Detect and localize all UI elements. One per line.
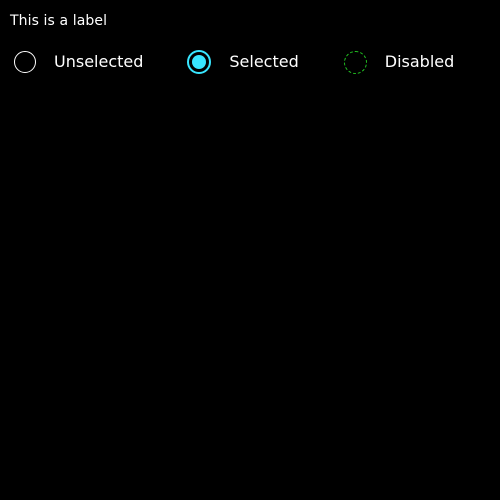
radio-option-label: Selected bbox=[229, 52, 299, 71]
radio-disabled-icon bbox=[343, 50, 367, 74]
radio-option-unselected[interactable]: Unselected bbox=[14, 50, 143, 74]
radio-group: Unselected Selected Disabled bbox=[14, 50, 454, 74]
radio-unselected-icon[interactable] bbox=[14, 51, 36, 73]
radio-option-label: Disabled bbox=[384, 52, 455, 71]
radio-group-screen: This is a label Unselected Selected Disa… bbox=[0, 0, 500, 500]
radio-selected-icon[interactable] bbox=[187, 50, 212, 74]
radio-option-disabled: Disabled bbox=[343, 50, 455, 74]
radio-option-selected[interactable]: Selected bbox=[187, 50, 299, 74]
radio-option-label: Unselected bbox=[54, 52, 144, 71]
radio-group-label: This is a label bbox=[10, 13, 108, 29]
